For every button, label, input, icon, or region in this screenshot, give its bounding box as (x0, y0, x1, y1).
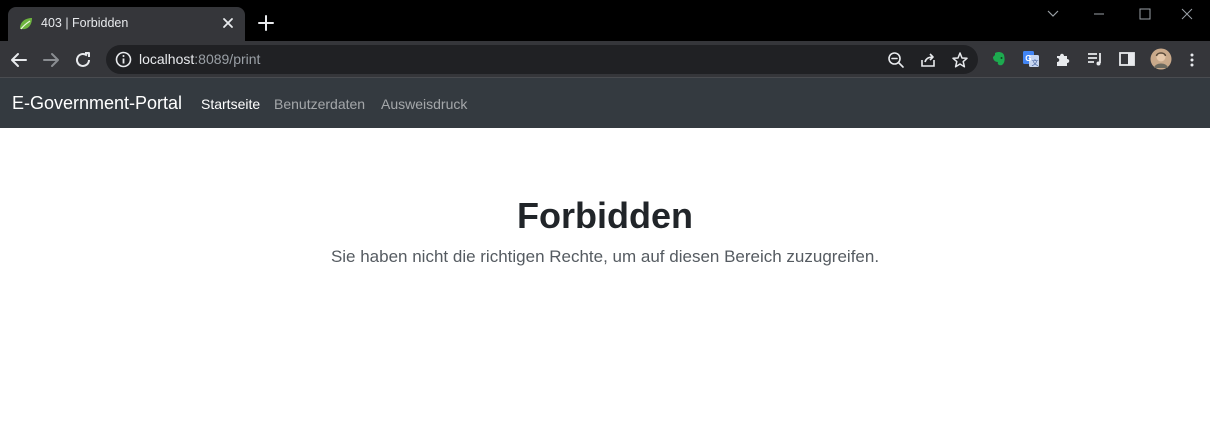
site-navbar: E-Government-Portal Startseite Benutzerd… (0, 78, 1210, 128)
close-tab-icon[interactable] (220, 15, 236, 31)
forward-icon[interactable] (39, 48, 63, 72)
reload-icon[interactable] (71, 48, 95, 72)
avatar[interactable] (1150, 48, 1172, 70)
evernote-extension-icon[interactable] (990, 50, 1008, 68)
media-playlist-icon[interactable] (1086, 50, 1104, 68)
back-icon[interactable] (7, 48, 31, 72)
side-panel-icon[interactable] (1118, 50, 1136, 68)
share-icon[interactable] (919, 51, 937, 69)
url-path: :8089/print (194, 51, 261, 67)
maximize-icon[interactable] (1122, 0, 1168, 28)
nav-link-benutzerdaten[interactable]: Benutzerdaten (274, 96, 365, 112)
navbar-brand[interactable]: E-Government-Portal (12, 93, 182, 114)
bookmark-star-icon[interactable] (951, 51, 969, 69)
tab-title: 403 | Forbidden (41, 16, 129, 30)
browser-tab[interactable]: 403 | Forbidden (8, 7, 245, 41)
url-host: localhost (139, 51, 195, 67)
google-translate-extension-icon[interactable]: G 文 (1022, 50, 1040, 68)
browser-toolbar: localhost:8089/print G 文 (0, 41, 1210, 78)
svg-text:G: G (1025, 54, 1031, 63)
address-bar[interactable]: localhost:8089/print (106, 45, 978, 74)
spring-leaf-icon (20, 18, 32, 30)
close-window-icon[interactable] (1164, 0, 1210, 28)
nav-link-ausweisdruck[interactable]: Ausweisdruck (381, 96, 467, 112)
more-menu-icon[interactable] (1180, 48, 1204, 72)
minimize-icon[interactable] (1076, 0, 1122, 28)
tab-search-icon[interactable] (1030, 0, 1076, 28)
zoom-out-icon[interactable] (887, 51, 905, 69)
main-content: Forbidden Sie haben nicht die richtigen … (0, 128, 1210, 441)
error-message: Sie haben nicht die richtigen Rechte, um… (330, 247, 880, 266)
new-tab-icon[interactable] (256, 13, 276, 33)
url-text[interactable]: localhost:8089/print (139, 51, 260, 67)
extensions-puzzle-icon[interactable] (1054, 50, 1072, 68)
info-icon[interactable] (115, 51, 132, 68)
page-title: Forbidden (517, 195, 693, 236)
browser-titlebar: 403 | Forbidden (0, 0, 1210, 41)
nav-link-startseite[interactable]: Startseite (201, 96, 260, 112)
svg-text:文: 文 (1032, 58, 1039, 67)
